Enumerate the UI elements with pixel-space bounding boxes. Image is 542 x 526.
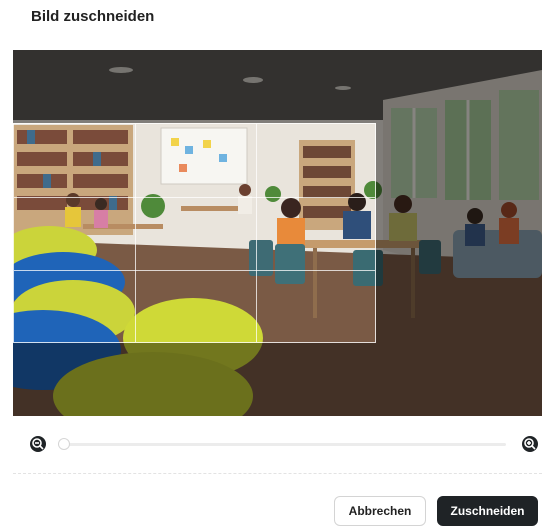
dialog-title: Bild zuschneiden bbox=[31, 8, 155, 25]
crop-selection-box[interactable] bbox=[13, 123, 376, 343]
crop-image-area[interactable] bbox=[13, 50, 542, 416]
crop-grid-line bbox=[256, 124, 257, 342]
zoom-in-icon[interactable] bbox=[522, 436, 538, 452]
crop-grid-line bbox=[135, 124, 136, 342]
zoom-control bbox=[30, 436, 538, 454]
zoom-slider[interactable] bbox=[58, 438, 506, 450]
crop-button[interactable]: Zuschneiden bbox=[437, 496, 538, 526]
cancel-button[interactable]: Abbrechen bbox=[334, 496, 426, 526]
crop-image-dialog: Bild zuschneiden Abbrechen Zuschneiden bbox=[0, 0, 542, 526]
crop-grid-line bbox=[14, 270, 375, 271]
zoom-slider-thumb[interactable] bbox=[58, 438, 70, 450]
zoom-out-icon[interactable] bbox=[30, 436, 46, 452]
footer-divider bbox=[13, 473, 542, 474]
crop-grid-line bbox=[14, 197, 375, 198]
